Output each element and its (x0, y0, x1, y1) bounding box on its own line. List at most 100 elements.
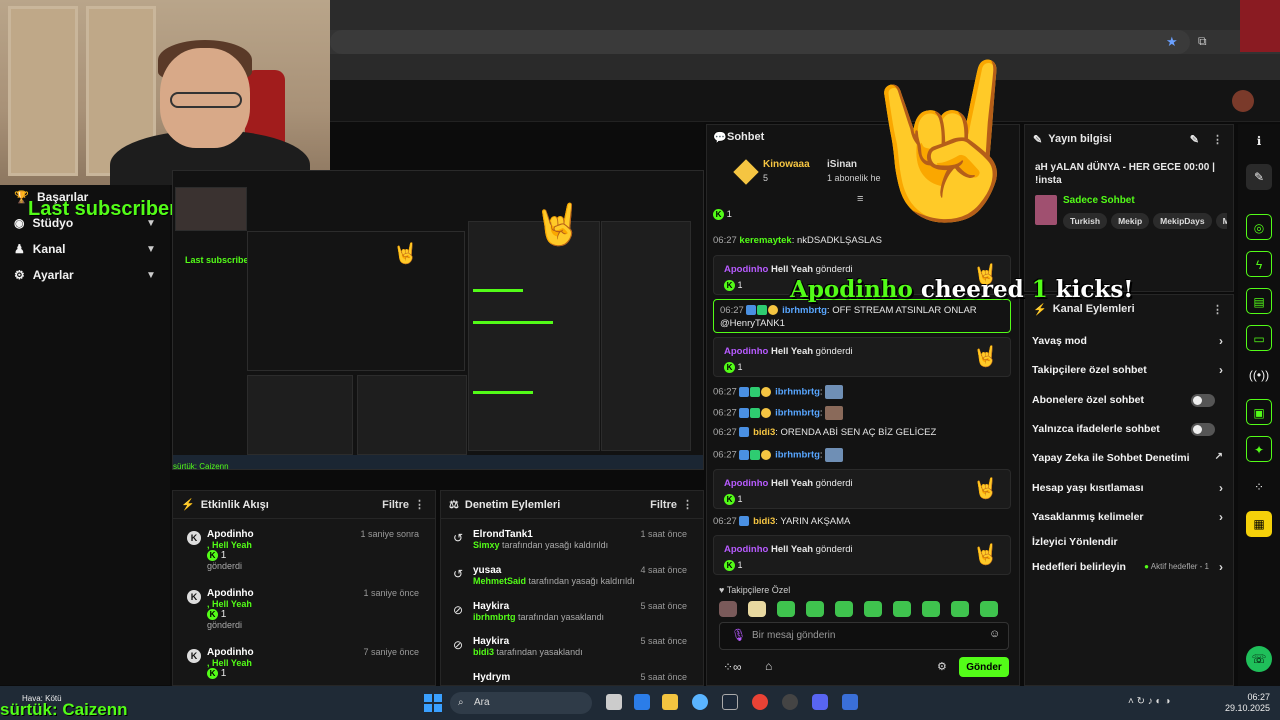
emoji-icon[interactable]: ☺ (989, 628, 1000, 640)
list-item[interactable]: ⊘ Haykira ibrhmbrtg tarafından yasakland… (451, 601, 693, 622)
camera-icon[interactable]: ◎ (1246, 214, 1272, 240)
avatar[interactable] (1232, 90, 1254, 112)
gift-card: Apodinho Hell Yeah gönderdi K 1 🤘 (713, 337, 1011, 377)
chat-input[interactable]: Bir mesaj gönderin (719, 622, 1009, 650)
highlighted-message[interactable]: 06:27 ibrhmbrtg: OFF STREAM ATSINLAR ONL… (713, 299, 1011, 333)
extensions-icon[interactable]: ⧉ (1198, 34, 1207, 49)
steam-icon[interactable] (722, 694, 738, 710)
slow-mode-item[interactable]: Yavaş mod › (1032, 334, 1223, 348)
list-item[interactable]: ↺ ElrondTank1 Simxy tarafından yasağı ka… (451, 529, 693, 550)
stream-info-header: ✎ Yayın bilgisi ✎ ⋮ (1033, 133, 1223, 146)
store-icon[interactable]: ⌂ (765, 659, 772, 673)
tag[interactable]: MekipDays (1153, 213, 1212, 229)
obs-icon[interactable] (782, 694, 798, 710)
chat-message[interactable]: 06:27 ibrhmbrtg: (713, 385, 1013, 399)
channel-actions-panel: ⚡ Kanal Eylemleri ⋮ Yavaş mod › Takipçile… (1024, 294, 1234, 686)
sidebar-item-channel[interactable]: ♟ Kanal ▼ (14, 242, 164, 256)
filter-button[interactable]: Filtre (650, 499, 677, 511)
bookmarks-bar (330, 54, 1280, 80)
chat-message[interactable]: 06:27 ibrhmbrtg: (713, 406, 1013, 420)
broadcast-icon[interactable]: ((•)) (1246, 362, 1272, 388)
stream-preview[interactable]: Last subscriber: Stalche_x 🤘 🤘 sürtük: C… (172, 170, 704, 470)
list-item[interactable]: K Apodinho , Hell Yeah K 1 gönderdi 1 sa… (183, 529, 425, 571)
star-icon[interactable]: ★ (1166, 34, 1178, 50)
task-view-icon[interactable] (606, 694, 622, 710)
tag[interactable]: Mü (1215, 213, 1227, 229)
list-item[interactable]: ↺ yusaa MehmetSaid tarafından yasağı kal… (451, 565, 693, 586)
kick-coin-icon: K (207, 609, 218, 620)
film-icon[interactable]: ▦ (1246, 511, 1272, 537)
tray-icons[interactable]: ˄ ↻ ♪ ◐ ◑ (1128, 696, 1170, 707)
chevron-down-icon: ▼ (146, 243, 156, 255)
subscribers-only-toggle[interactable] (1191, 394, 1215, 407)
lightning-icon[interactable]: ϟ (1246, 251, 1272, 277)
category-thumbnail[interactable] (1035, 195, 1057, 225)
preview-moderation (357, 375, 467, 455)
more-icon[interactable]: ⋮ (682, 498, 693, 511)
calculator-icon[interactable] (634, 694, 650, 710)
layout-icon[interactable]: ▣ (1246, 399, 1272, 425)
top-gifter-name[interactable]: Kinowaaa (763, 159, 810, 170)
microphone-icon[interactable]: 🎙 (731, 628, 746, 642)
gavel-icon: ⚖ (449, 499, 459, 511)
emotes-only-toggle[interactable] (1191, 423, 1215, 436)
tag[interactable]: Mekip (1111, 213, 1150, 229)
list-item[interactable]: K Apodinho , Hell Yeah K 1 7 saniye önce (183, 647, 425, 685)
preview-actions (601, 221, 691, 451)
address-bar[interactable] (330, 30, 1190, 54)
gear-icon[interactable]: ⚙ (937, 660, 947, 673)
chat-icon[interactable]: ▭ (1246, 325, 1272, 351)
chat-message[interactable]: 06:27 ibrhmbrtg: (713, 448, 1013, 462)
list-item[interactable]: Hydrym 5 saat önce (451, 672, 693, 683)
chevron-right-icon: › (1219, 363, 1223, 377)
account-age-item[interactable]: Hesap yaşı kısıtlaması › (1032, 481, 1223, 495)
info-icon[interactable]: ℹ (1246, 128, 1272, 154)
banned-words-item[interactable]: Yasaklanmış kelimeler › (1032, 510, 1223, 524)
followers-only-item[interactable]: Takipçilere özel sohbet › (1032, 363, 1223, 377)
preview-surtuk-text: sürtük: Caizenn (173, 462, 229, 470)
category-name[interactable]: Sadece Sohbet (1063, 195, 1135, 206)
discord-icon[interactable] (812, 694, 828, 710)
send-button[interactable]: Gönder (959, 657, 1009, 677)
ban-icon: ⊘ (453, 603, 464, 617)
filter-button[interactable]: Filtre (382, 499, 409, 511)
list-item[interactable]: ⊘ Haykira bidi3 tarafından yasaklandı 5 … (451, 636, 693, 657)
ai-moderation-item[interactable]: Yapay Zeka ile Sohbet Denetimi ↗ (1032, 451, 1223, 464)
activity-feed-panel: ⚡ Etkinlik Akışı Filtre ⋮ K Apodinho , H… (172, 490, 436, 686)
wrench-icon[interactable]: ✦ (1246, 436, 1272, 462)
list-item[interactable]: K Apodinho , Hell Yeah K 1 gönderdi 1 sa… (183, 588, 425, 630)
kick-points-icon[interactable]: ⁘∞ (723, 660, 742, 674)
edit-icon[interactable]: ✎ (1246, 164, 1272, 190)
subscribers-only-item[interactable]: Abonelere özel sohbet (1032, 394, 1223, 407)
edit-icon[interactable]: ✎ (1190, 133, 1199, 146)
sidebar-item-settings[interactable]: ⚙ Ayarlar ▼ (14, 268, 164, 282)
app-icon[interactable] (842, 694, 858, 710)
chat-message[interactable]: 06:27 bidi3: YARIN AKŞAMA (713, 516, 1013, 527)
more-icon[interactable]: ⋮ (1212, 303, 1223, 316)
kick-points-icon[interactable]: ⁘ (1246, 474, 1272, 500)
moderation-panel: ⚖ Denetim Eylemleri Filtre ⋮ ↺ ElrondTan… (440, 490, 704, 686)
edge-icon[interactable] (692, 694, 708, 710)
chat-message[interactable]: 06:27 bidi3: ORENDA ABİ SEN AÇ BİZ GELİC… (713, 427, 1013, 438)
emote-bar[interactable] (719, 601, 1009, 617)
support-icon[interactable]: ☏ (1246, 646, 1272, 672)
tag[interactable]: Turkish (1063, 213, 1108, 229)
kick-coin-icon: K (724, 494, 735, 506)
more-icon[interactable]: ⋮ (1212, 133, 1223, 146)
start-button[interactable] (424, 694, 442, 712)
kick-icon: K (187, 649, 201, 663)
right-tool-rail: ℹ ✎ ◎ ϟ ▤ ▭ ((•)) ▣ ✦ ⁘ ▦ ☏ (1238, 124, 1280, 686)
more-icon[interactable]: ⋮ (414, 498, 425, 511)
goals-item[interactable]: Hedefleri belirleyin ● Aktif hedefler - … (1032, 560, 1223, 574)
preview-nested-preview (247, 231, 465, 371)
clipboard-icon[interactable]: ▤ (1246, 288, 1272, 314)
chrome-icon[interactable] (752, 694, 768, 710)
file-explorer-icon[interactable] (662, 694, 678, 710)
taskbar-search[interactable]: ⌕ Ara (450, 692, 592, 714)
chat-message[interactable]: 06:27 keremaytek: nkDSADKLŞASLAS (713, 235, 1013, 246)
top-gifter-count: 5 (763, 173, 769, 183)
clock[interactable]: 06:27 29.10.2025 (1225, 692, 1270, 714)
channel-icon: ♟ (14, 242, 25, 256)
raid-item[interactable]: İzleyici Yönlendir (1032, 536, 1223, 548)
emotes-only-item[interactable]: Yalnızca ifadelerle sohbet (1032, 423, 1223, 436)
